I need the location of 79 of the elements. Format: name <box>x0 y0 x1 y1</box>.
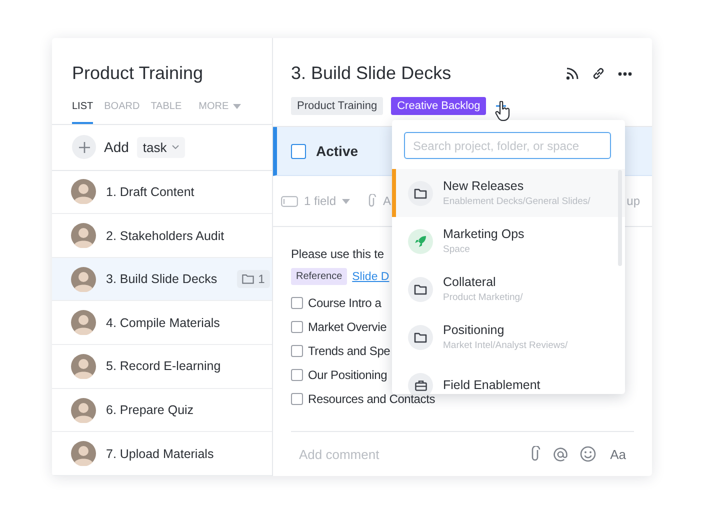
add-button[interactable] <box>72 135 96 160</box>
folder-count: 1 <box>237 270 270 288</box>
task-title: 2. Stakeholders Audit <box>106 228 224 243</box>
emoji-button[interactable] <box>580 446 596 462</box>
location-name: Marketing Ops <box>443 227 524 241</box>
view-tab[interactable]: LIST <box>72 100 94 124</box>
more-icon[interactable] <box>618 72 632 76</box>
task-row[interactable]: 4. Compile Materials <box>52 301 272 346</box>
checklist-checkbox[interactable] <box>291 369 303 381</box>
document-link[interactable]: Slide D <box>352 270 390 282</box>
paperclip-icon <box>368 194 378 208</box>
task-title: 3. Build Slide Decks <box>106 272 218 286</box>
avatar <box>71 179 96 204</box>
avatar <box>71 266 96 292</box>
add-label: Add <box>104 139 129 156</box>
rocket-icon <box>414 234 427 248</box>
avatar <box>71 310 96 336</box>
checklist-checkbox[interactable] <box>291 345 303 357</box>
field-icon <box>281 196 298 206</box>
checklist-item: Course Intro a <box>308 296 382 310</box>
folder-icon <box>414 188 427 198</box>
folder-icon <box>414 332 427 342</box>
folder-icon <box>242 274 254 284</box>
format-button[interactable]: Aa <box>608 446 628 462</box>
task-row[interactable]: 1. Draft Content <box>52 170 272 214</box>
task-title: 5. Record E-learning <box>106 359 221 374</box>
checklist-item: Trends and Spe <box>308 344 390 358</box>
location-tag[interactable]: Creative Backlog <box>391 97 486 115</box>
location-item[interactable]: Field Enablement <box>392 361 625 394</box>
task-row[interactable]: 6. Prepare Quiz <box>52 388 272 432</box>
description-text: Please use this te <box>291 247 384 261</box>
task-row[interactable]: 3. Build Slide Decks 1 <box>52 258 272 302</box>
avatar <box>71 441 96 466</box>
attach-button[interactable] <box>531 446 542 462</box>
task-row[interactable]: 7. Upload Materials <box>52 432 272 476</box>
location-name: New Releases <box>443 179 525 193</box>
checklist-checkbox[interactable] <box>291 297 303 309</box>
location-item[interactable]: Collateral Product Marketing/ <box>392 265 625 313</box>
task-title-heading: 3. Build Slide Decks <box>291 63 452 84</box>
briefcase-icon <box>414 380 426 390</box>
task-title: 6. Prepare Quiz <box>106 403 194 418</box>
search-field[interactable]: Search project, folder, or space <box>404 132 611 159</box>
location-path: Market Intel/Analyst Reviews/ <box>443 340 568 351</box>
location-item[interactable]: New Releases Enablement Decks/General Slides/ <box>392 169 625 217</box>
link-icon[interactable] <box>592 67 605 80</box>
checklist-checkbox[interactable] <box>291 321 303 333</box>
caret-icon <box>342 198 350 204</box>
plus-icon <box>78 142 90 153</box>
checklist-checkbox[interactable] <box>291 393 303 405</box>
location-path: Enablement Decks/General Slides/ <box>443 196 590 207</box>
list-title: Product Training <box>72 63 204 84</box>
rss-icon[interactable] <box>566 67 579 80</box>
status-label: Active <box>316 143 358 159</box>
task-row[interactable]: 5. Record E-learning <box>52 345 272 389</box>
mention-button[interactable] <box>553 446 568 462</box>
caret-icon <box>232 104 241 109</box>
status-checkbox[interactable] <box>291 144 306 158</box>
location-name: Field Enablement <box>443 378 540 392</box>
comment-field[interactable]: Add comment <box>297 446 520 462</box>
folder-icon <box>414 284 427 294</box>
avatar <box>71 223 96 248</box>
location-path: Space <box>443 244 471 255</box>
task-title: 7. Upload Materials <box>106 446 214 461</box>
location-path: Product Marketing/ <box>443 292 523 303</box>
location-name: Collateral <box>443 275 497 289</box>
checklist-item: Our Positioning <box>308 368 388 382</box>
checklist-item: Market Overvie <box>308 320 387 334</box>
avatar <box>71 354 96 379</box>
checklist-item: Resources and Contacts <box>308 392 436 406</box>
task-title: 1. Draft Content <box>106 184 194 199</box>
chevron-icon <box>172 145 179 150</box>
location-name: Positioning <box>443 323 506 337</box>
task-title: 4. Compile Materials <box>106 316 220 330</box>
item-type-dropdown[interactable]: task <box>136 136 185 158</box>
location-item[interactable]: Positioning Market Intel/Analyst Reviews/ <box>392 313 625 361</box>
reference-tag: Reference <box>291 268 348 285</box>
location-item[interactable]: Marketing Ops Space <box>392 217 625 265</box>
location-tag[interactable]: Product Training <box>291 97 384 115</box>
avatar <box>71 398 96 423</box>
